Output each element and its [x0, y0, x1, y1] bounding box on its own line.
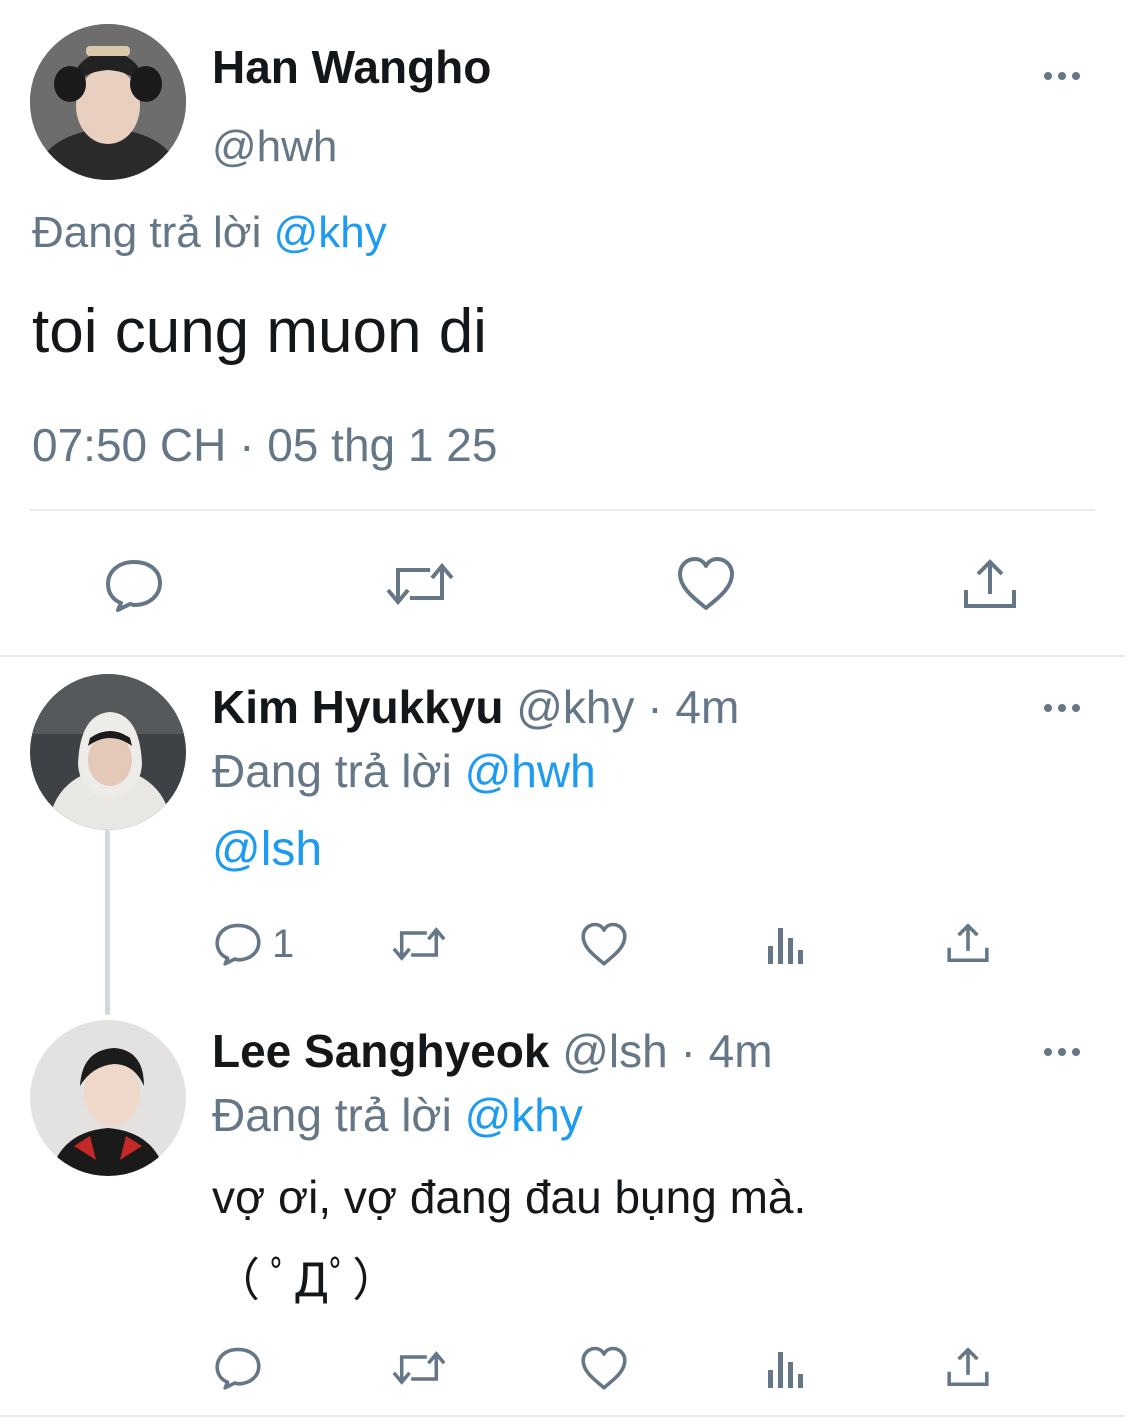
like-button[interactable]	[580, 1346, 628, 1391]
divider-bottom	[0, 1415, 1125, 1417]
handle-time[interactable]: @lsh · 4m	[562, 1025, 772, 1077]
reply-icon	[215, 1347, 261, 1390]
more-dots-icon	[1044, 1048, 1080, 1056]
retweet-icon	[392, 927, 446, 961]
like-button[interactable]	[580, 922, 628, 967]
avatar-lee-sanghyeok[interactable]	[30, 1020, 186, 1176]
replying-to-line: Đang trả lời @khy	[212, 1088, 583, 1142]
reply-button[interactable]	[214, 1344, 262, 1390]
more-dots-icon	[1044, 72, 1080, 80]
reply-text-line-2: （ ﾟДﾟ）	[214, 1253, 399, 1307]
replying-to-link[interactable]: @khy	[465, 1089, 583, 1141]
share-button[interactable]	[946, 1344, 990, 1390]
reply-icon	[215, 923, 261, 966]
replying-prefix: Đang trả lời	[212, 745, 452, 797]
share-icon	[947, 1347, 989, 1387]
reply-button[interactable]	[104, 556, 164, 612]
more-options-button[interactable]	[1040, 66, 1084, 86]
tweet-text: toi cung muon di	[32, 297, 487, 366]
reply-header: Kim Hyukkyu @khy · 4m	[212, 680, 739, 734]
reply-count: 1	[272, 922, 295, 966]
author-name[interactable]: Kim Hyukkyu	[212, 681, 503, 733]
more-options-button[interactable]	[1040, 1042, 1084, 1062]
replying-to-link[interactable]: @khy	[274, 208, 387, 257]
like-button[interactable]	[676, 556, 736, 612]
views-button[interactable]	[766, 1348, 806, 1390]
analytics-icon	[768, 1352, 803, 1388]
avatar-kim-hyukkyu[interactable]	[30, 674, 186, 830]
divider-top	[30, 509, 1095, 511]
views-button[interactable]	[766, 924, 806, 966]
replying-to-link[interactable]: @hwh	[465, 745, 596, 797]
retweet-icon	[386, 562, 454, 606]
replying-to-line: Đang trả lời @hwh	[212, 744, 596, 798]
like-icon	[581, 922, 627, 966]
reply-button[interactable]	[214, 920, 262, 966]
reply-text-line-1: vợ ơi, vợ đang đau bụng mà.	[212, 1171, 807, 1223]
divider-actions	[0, 655, 1125, 657]
share-icon	[964, 559, 1016, 608]
share-button[interactable]	[962, 556, 1018, 612]
retweet-button[interactable]	[390, 922, 448, 966]
author-name[interactable]: Han Wangho	[212, 40, 491, 94]
analytics-icon	[768, 928, 803, 964]
retweet-icon	[392, 1351, 446, 1385]
more-dots-icon	[1044, 704, 1080, 712]
like-icon	[678, 557, 734, 610]
more-options-button[interactable]	[1040, 698, 1084, 718]
retweet-button[interactable]	[384, 556, 456, 612]
replying-prefix: Đang trả lời	[32, 208, 262, 257]
thread-connector	[105, 830, 110, 1015]
author-name[interactable]: Lee Sanghyeok	[212, 1025, 549, 1077]
handle-time[interactable]: @khy · 4m	[516, 681, 739, 733]
replying-to-line: Đang trả lời @khy	[32, 208, 387, 258]
reply-header: Lee Sanghyeok @lsh · 4m	[212, 1024, 773, 1078]
reply-text-mention[interactable]: @lsh	[212, 822, 322, 877]
retweet-button[interactable]	[390, 1346, 448, 1390]
tweet-timestamp[interactable]: 07:50 CH · 05 thg 1 25	[32, 418, 497, 472]
author-handle[interactable]: @hwh	[212, 122, 337, 172]
share-button[interactable]	[946, 920, 990, 966]
share-icon	[947, 923, 989, 963]
avatar-han-wangho[interactable]	[30, 24, 186, 180]
reply-icon	[106, 560, 162, 612]
like-icon	[581, 1346, 627, 1390]
replying-prefix: Đang trả lời	[212, 1089, 452, 1141]
